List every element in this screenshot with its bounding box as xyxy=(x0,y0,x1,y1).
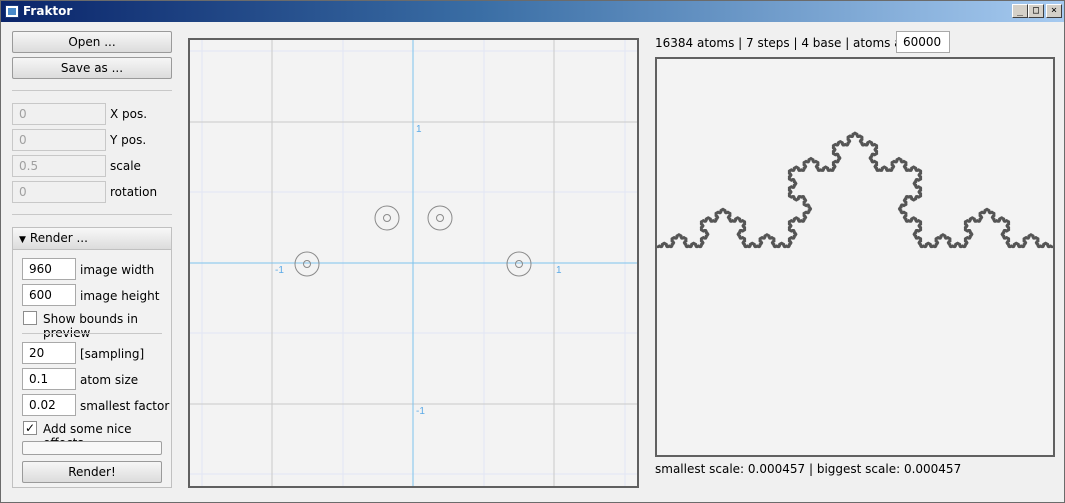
image-height-input[interactable]: 600 xyxy=(22,284,76,306)
atom-size-input[interactable]: 0.1 xyxy=(22,368,76,390)
editor-grid: -1 1 1 -1 xyxy=(190,40,637,486)
show-bounds-checkbox[interactable] xyxy=(23,311,37,325)
separator xyxy=(12,90,172,91)
y-pos-label: Y pos. xyxy=(110,133,147,147)
rotation-label: rotation xyxy=(110,185,158,199)
smallest-factor-label: smallest factor xyxy=(80,399,170,413)
sampling-input[interactable]: 20 xyxy=(22,342,76,364)
preview-canvas xyxy=(655,57,1055,457)
render-panel-header[interactable]: ▼ Render ... xyxy=(13,228,171,250)
show-bounds-label: Show bounds in preview xyxy=(43,312,138,340)
title-bar[interactable]: Fraktor _ □ × xyxy=(1,1,1064,22)
x-pos-input[interactable]: 0 xyxy=(12,103,106,125)
axis-label-x-pos: 1 xyxy=(556,265,562,276)
atom-size-label: atom size xyxy=(80,373,139,387)
transform-handle[interactable] xyxy=(374,205,400,231)
separator xyxy=(22,333,162,334)
image-width-input[interactable]: 960 xyxy=(22,258,76,280)
max-atoms-input[interactable]: 60000 xyxy=(896,31,950,53)
minimize-icon[interactable]: _ xyxy=(1012,4,1028,18)
axis-label-x-neg: -1 xyxy=(275,265,284,276)
close-icon[interactable]: × xyxy=(1046,4,1062,18)
nice-effects-checkbox[interactable]: ✓ xyxy=(23,421,37,435)
render-button[interactable]: Render! xyxy=(22,461,162,483)
koch-fractal xyxy=(657,131,1053,249)
open-button[interactable]: Open ... xyxy=(12,31,172,53)
x-pos-label: X pos. xyxy=(110,107,148,121)
image-width-label: image width xyxy=(80,263,155,277)
scale-label: scale xyxy=(110,159,141,173)
rotation-input[interactable]: 0 xyxy=(12,181,106,203)
scale-input[interactable]: 0.5 xyxy=(12,155,106,177)
axis-label-y-pos: 1 xyxy=(416,124,422,135)
render-panel-title: Render ... xyxy=(29,231,88,245)
transform-handle[interactable] xyxy=(506,251,532,277)
sampling-label: [sampling] xyxy=(80,347,145,361)
separator xyxy=(12,214,172,215)
editor-canvas[interactable]: -1 1 1 -1 xyxy=(188,38,639,488)
smallest-factor-input[interactable]: 0.02 xyxy=(22,394,76,416)
image-height-label: image height xyxy=(80,289,160,303)
scale-info: smallest scale: 0.000457 | biggest scale… xyxy=(655,462,962,476)
collapse-arrow-icon: ▼ xyxy=(19,235,26,245)
window-title: Fraktor xyxy=(23,4,73,18)
y-pos-input[interactable]: 0 xyxy=(12,129,106,151)
save-as-button[interactable]: Save as ... xyxy=(12,57,172,79)
render-progress-bar xyxy=(22,441,162,455)
axis-label-y-neg: -1 xyxy=(416,406,425,417)
app-icon xyxy=(5,5,19,18)
render-panel: ▼ Render ... 960 image width 600 image he… xyxy=(12,227,172,488)
transform-handle[interactable] xyxy=(427,205,453,231)
maximize-icon[interactable]: □ xyxy=(1028,4,1044,18)
app-window: Fraktor _ □ × Open ... Save as ... 0 X p… xyxy=(0,0,1065,503)
transform-handle[interactable] xyxy=(294,251,320,277)
